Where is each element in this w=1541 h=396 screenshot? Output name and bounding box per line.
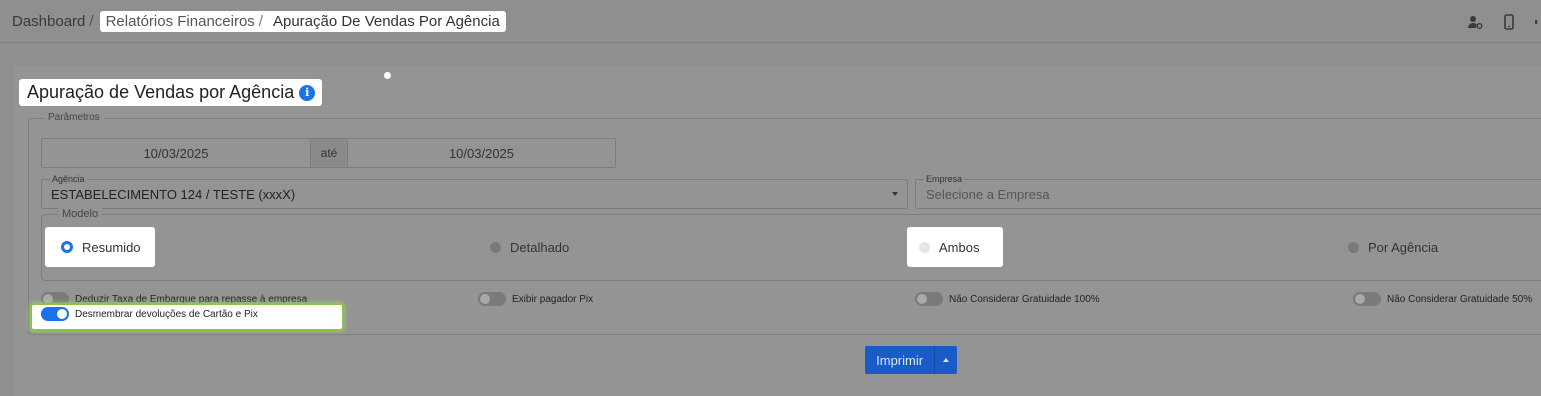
toggle-switch[interactable] [1353, 292, 1381, 306]
print-split-button: Imprimir [865, 346, 957, 374]
radio-label: Ambos [939, 239, 980, 255]
date-to-input[interactable]: 10/03/2025 [347, 139, 615, 167]
breadcrumb-relatorios[interactable]: Relatórios Financeiros [106, 13, 255, 30]
parameters-legend: Parâmetros [44, 112, 104, 123]
toggle-label: Desmembrar devoluções de Cartão e Pix [75, 308, 258, 320]
print-button[interactable]: Imprimir [865, 346, 934, 374]
toggle-exibir-pix[interactable]: Exibir pagador Pix [478, 292, 593, 306]
toggle-gratuidade-50[interactable]: Não Considerar Gratuidade 50% [1353, 292, 1532, 306]
radio-unchecked-icon [919, 241, 930, 253]
top-bar: Dashboard / Relatórios Financeiros / Apu… [0, 0, 1541, 43]
date-range-separator: até [310, 139, 347, 167]
breadcrumb-highlight: Relatórios Financeiros / Apuração De Ven… [99, 11, 506, 32]
settings-icon[interactable] [1535, 14, 1541, 30]
toggle-label: Não Considerar Gratuidade 100% [949, 293, 1100, 305]
breadcrumb-dashboard[interactable]: Dashboard [12, 13, 85, 30]
breadcrumb-current: Apuração De Vendas Por Agência [272, 13, 500, 30]
modelo-legend: Modelo [58, 208, 103, 220]
radio-checked-icon [61, 241, 73, 253]
radio-unchecked-icon [1348, 241, 1359, 253]
date-range: 10/03/2025 até 10/03/2025 [41, 138, 616, 168]
radio-por-agencia[interactable]: Por Agência [1348, 227, 1438, 267]
agencia-select[interactable]: Agência ESTABELECIMENTO 124 / TESTE (xxx… [41, 174, 908, 209]
radio-unchecked-icon [490, 241, 501, 253]
agencia-label: Agência [50, 174, 87, 184]
page-title: Apuração de Vendas por Agência [27, 82, 295, 102]
caret-down-icon [892, 192, 898, 196]
radio-label: Detalhado [510, 239, 570, 255]
top-icons [1467, 14, 1541, 30]
radio-label: Por Agência [1368, 239, 1439, 255]
toggle-label: Não Considerar Gratuidade 50% [1387, 293, 1533, 305]
empresa-label: Empresa [924, 174, 965, 184]
toggle-switch[interactable] [915, 292, 943, 306]
agencia-value: ESTABELECIMENTO 124 / TESTE (xxxX) [51, 187, 296, 202]
empresa-placeholder: Selecione a Empresa [926, 187, 1050, 202]
breadcrumb-separator: / [258, 13, 263, 30]
user-gear-icon[interactable] [1467, 14, 1483, 30]
breadcrumb-separator: / [89, 13, 94, 30]
mobile-icon[interactable] [1501, 14, 1517, 30]
radio-label: Resumido [82, 239, 141, 255]
toggle-desmembrar-devolucoes[interactable]: Desmembrar devoluções de Cartão e Pix [41, 307, 258, 321]
radio-ambos[interactable]: Ambos [907, 227, 1003, 267]
modelo-fieldset [41, 214, 1541, 281]
caret-up-icon [943, 358, 950, 362]
toggle-switch-on[interactable] [41, 307, 69, 321]
empresa-select[interactable]: Empresa Selecione a Empresa [915, 174, 1541, 209]
info-icon[interactable]: i [299, 84, 316, 101]
radio-detalhado[interactable]: Detalhado [490, 227, 569, 267]
radio-resumido[interactable]: Resumido [45, 227, 155, 267]
indicator-dot [384, 72, 391, 79]
breadcrumb: Dashboard / Relatórios Financeiros / Apu… [12, 11, 506, 32]
page-title-box: Apuração de Vendas por Agência i [19, 79, 323, 106]
toggle-gratuidade-100[interactable]: Não Considerar Gratuidade 100% [915, 292, 1100, 306]
date-from-input[interactable]: 10/03/2025 [42, 139, 310, 167]
toggle-switch[interactable] [478, 292, 506, 306]
toggle-label: Exibir pagador Pix [512, 293, 594, 305]
print-dropdown-toggle[interactable] [934, 346, 957, 374]
